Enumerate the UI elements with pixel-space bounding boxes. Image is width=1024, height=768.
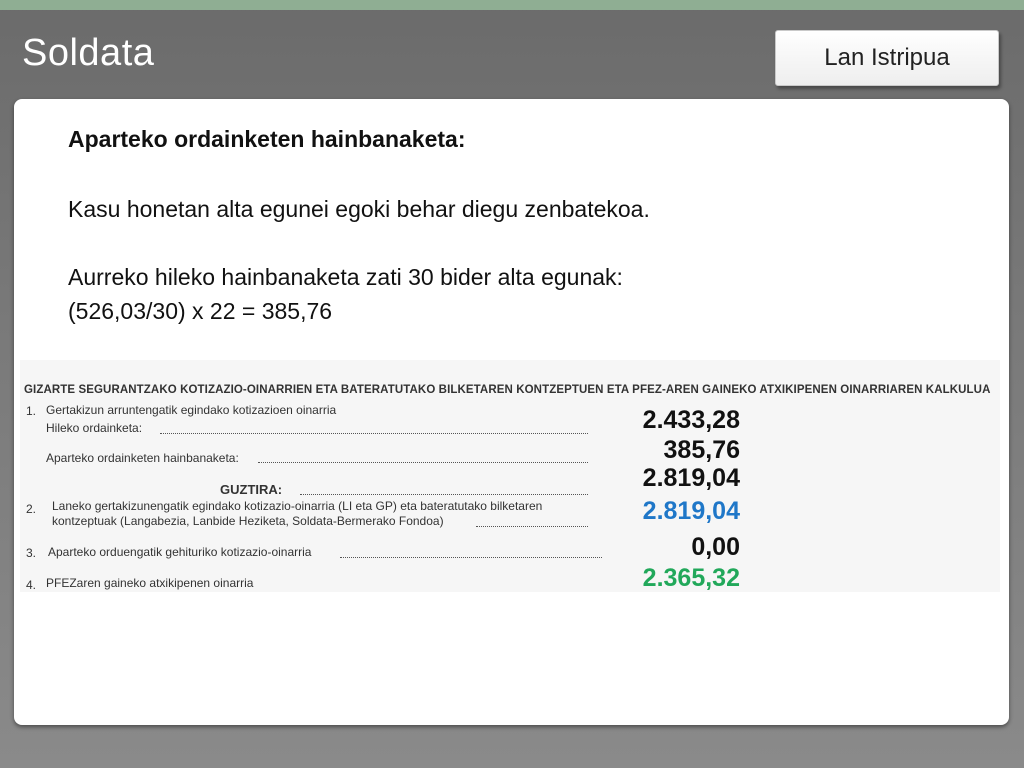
row-number: 3. <box>26 546 37 560</box>
form-row-label: Gertakizun arruntengatik egindako kotiza… <box>46 403 337 417</box>
explanation-text: Kasu honetan alta egunei egoki behar die… <box>68 196 650 222</box>
dotted-leader <box>258 462 588 463</box>
guztira-label: GUZTIRA: <box>220 482 283 497</box>
row-number: 1. <box>26 404 37 418</box>
form-row-label: Hileko ordainketa: <box>46 421 143 435</box>
dotted-leader <box>160 433 588 434</box>
pfez-oinarria-amount: 2.365,32 <box>642 564 740 592</box>
row-number: 2. <box>26 502 37 516</box>
form-row-label: Laneko gertakizunengatik egindako kotiza… <box>52 499 543 513</box>
dotted-leader <box>340 557 602 558</box>
dotted-leader <box>300 494 588 495</box>
hileko-ordainketa-amount: 2.433,28 <box>642 406 740 434</box>
row-number: 4. <box>26 578 37 592</box>
dotted-leader <box>476 526 588 527</box>
slide-title: Soldata <box>22 32 155 74</box>
aparteko-orduak-amount: 0,00 <box>691 533 740 561</box>
guztira-amount: 2.819,04 <box>642 464 740 492</box>
form-row-label: Aparteko orduengatik gehituriko kotizazi… <box>48 545 312 559</box>
form-row-label: PFEZaren gaineko atxikipenen oinarria <box>46 576 254 590</box>
lan-istripua-button[interactable]: Lan Istripua <box>775 30 999 86</box>
laneko-oinarria-amount: 2.819,04 <box>642 497 740 525</box>
aparteko-hainbanaketa-amount: 385,76 <box>663 436 740 464</box>
form-row-label: Aparteko ordainketen hainbanaketa: <box>46 451 239 465</box>
formula-description: Aurreko hileko hainbanaketa zati 30 bide… <box>68 264 623 290</box>
form-header: GIZARTE SEGURANTZAKO KOTIZAZIO-OINARRIEN… <box>24 384 991 396</box>
formula-calculation: (526,03/30) x 22 = 385,76 <box>68 298 333 324</box>
section-heading: Aparteko ordainketen hainbanaketa: <box>68 126 466 152</box>
top-accent-strip <box>0 0 1024 10</box>
payroll-form-excerpt: GIZARTE SEGURANTZAKO KOTIZAZIO-OINARRIEN… <box>20 360 1000 592</box>
form-row-label: kontzeptuak (Langabezia, Lanbide Heziket… <box>52 514 444 528</box>
